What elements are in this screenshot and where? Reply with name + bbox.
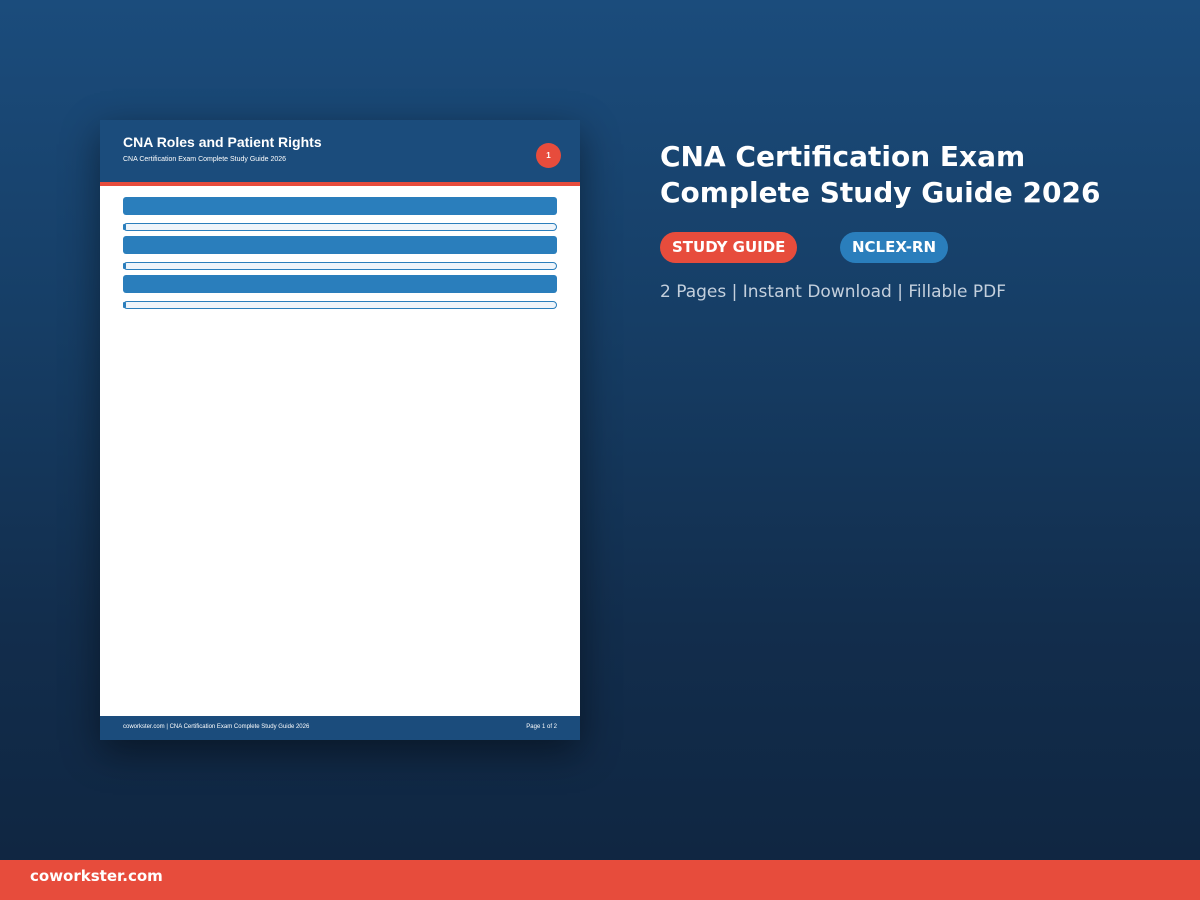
document-body (123, 197, 557, 314)
product-meta-info: 2 Pages | Instant Download | Fillable PD… (660, 282, 1007, 302)
fillable-answer-field[interactable] (123, 223, 557, 231)
header-accent-line (100, 182, 580, 186)
document-title: CNA Roles and Patient Rights (123, 134, 322, 150)
field-cursor-marker (123, 224, 126, 230)
document-preview: CNA Roles and Patient Rights CNA Certifi… (100, 120, 580, 740)
nclex-rn-badge: NCLEX-RN (840, 232, 949, 263)
fillable-answer-field[interactable] (123, 301, 557, 309)
document-subtitle: CNA Certification Exam Complete Study Gu… (123, 156, 287, 163)
product-title: CNA Certification Exam Complete Study Gu… (660, 139, 1180, 211)
page-number-badge: 1 (536, 143, 561, 168)
section-heading-bar (123, 236, 557, 254)
product-title-line-1: CNA Certification Exam (660, 140, 1026, 173)
section-heading-bar (123, 197, 557, 215)
document-header: CNA Roles and Patient Rights CNA Certifi… (100, 120, 580, 182)
document-footer: coworkster.com | CNA Certification Exam … (100, 716, 580, 740)
fillable-answer-field[interactable] (123, 262, 557, 270)
study-guide-badge: STUDY GUIDE (660, 232, 798, 263)
brand-footer-bar: coworkster.com (0, 860, 1200, 900)
document-footer-text: coworkster.com | CNA Certification Exam … (123, 724, 310, 730)
product-title-line-2: Complete Study Guide 2026 (660, 176, 1101, 209)
field-cursor-marker (123, 263, 126, 269)
document-footer-page-number: Page 1 of 2 (526, 724, 557, 730)
brand-name[interactable]: coworkster.com (30, 867, 163, 885)
section-heading-bar (123, 275, 557, 293)
field-cursor-marker (123, 302, 126, 308)
